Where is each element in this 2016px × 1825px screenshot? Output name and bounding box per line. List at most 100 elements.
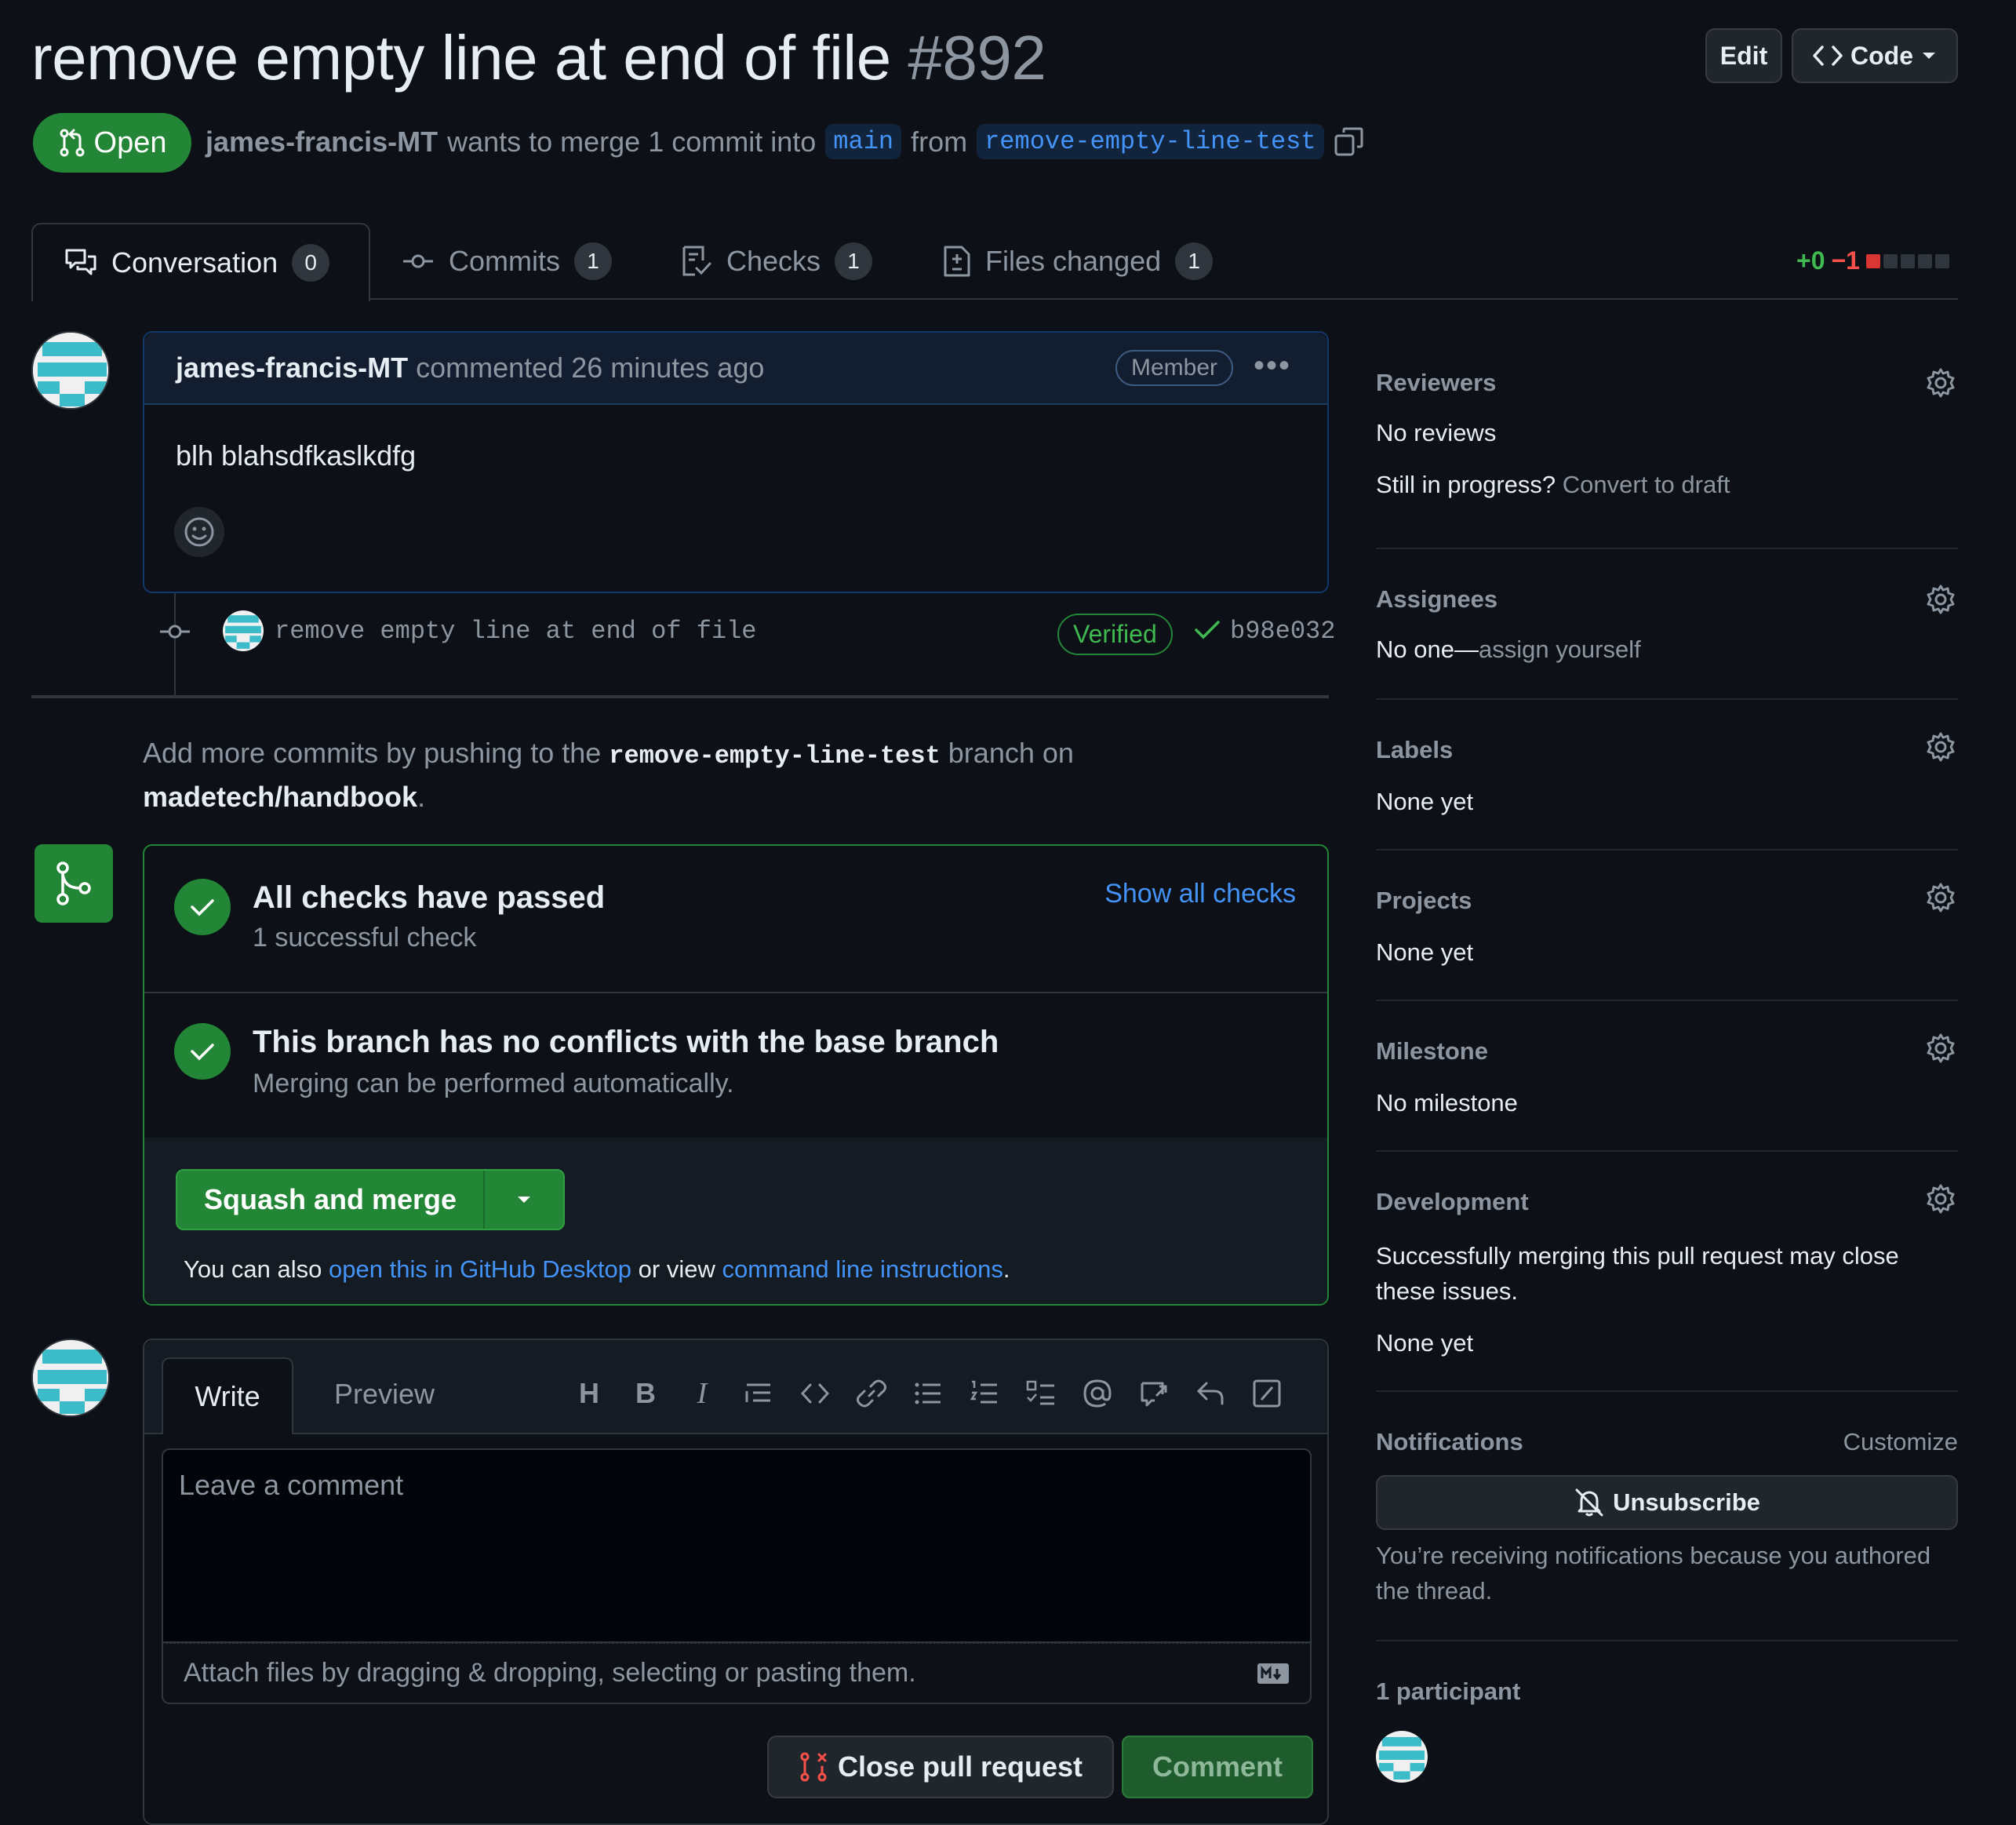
- reviewers-heading[interactable]: Reviewers: [1376, 369, 1496, 397]
- pull-request-icon: [58, 128, 86, 158]
- diffstat-block-red: [1865, 253, 1880, 268]
- no-one-text: No one—: [1376, 636, 1479, 663]
- milestone-heading[interactable]: Milestone: [1376, 1037, 1488, 1065]
- tab-files-changed[interactable]: Files changed 1: [943, 223, 1214, 300]
- commit-avatar[interactable]: [223, 610, 264, 651]
- tab-checks[interactable]: Checks 1: [681, 223, 873, 300]
- comment-body: blh blahsdfkaslkdfg: [176, 439, 417, 472]
- italic-icon[interactable]: I: [687, 1376, 717, 1411]
- bold-icon[interactable]: B: [631, 1377, 660, 1410]
- cross-reference-icon[interactable]: [1139, 1379, 1169, 1408]
- edit-button[interactable]: Edit: [1705, 28, 1782, 83]
- merge-dropdown-button[interactable]: [485, 1171, 563, 1229]
- unsubscribe-button[interactable]: Unsubscribe: [1376, 1475, 1958, 1530]
- comment-textarea[interactable]: Leave a comment: [162, 1448, 1312, 1643]
- tab-counter: 0: [292, 244, 330, 282]
- check-icon: [1194, 618, 1221, 642]
- quote-icon[interactable]: [744, 1379, 773, 1408]
- notifications-heading: Notifications: [1376, 1428, 1523, 1455]
- convert-to-draft-link[interactable]: Convert to draft: [1563, 471, 1730, 498]
- assignees-heading[interactable]: Assignees: [1376, 585, 1497, 614]
- merge-actions: Squash and merge You can also open this …: [144, 1138, 1327, 1304]
- check-circle-icon: [174, 1023, 231, 1080]
- close-pull-request-button[interactable]: Close pull request: [767, 1736, 1114, 1798]
- slash-command-icon[interactable]: [1252, 1379, 1282, 1408]
- sidebar-divider: [1376, 698, 1958, 700]
- commit-sha[interactable]: b98e032: [1230, 617, 1335, 646]
- assignees-value: No one—assign yourself: [1376, 636, 1641, 664]
- command-line-link[interactable]: command line instructions: [722, 1255, 1003, 1283]
- timeline-line: [174, 593, 176, 695]
- check-circle-icon: [174, 879, 231, 935]
- participant-avatar[interactable]: [1376, 1731, 1428, 1783]
- labels-heading[interactable]: Labels: [1376, 736, 1453, 764]
- code-icon[interactable]: [800, 1379, 830, 1408]
- sidebar-divider: [1376, 548, 1958, 549]
- gear-icon[interactable]: [1925, 1183, 1956, 1215]
- comment-author[interactable]: james-francis-MT: [176, 352, 408, 384]
- sidebar-divider: [1376, 1150, 1958, 1152]
- attach-files-area[interactable]: Attach files by dragging & dropping, sel…: [162, 1643, 1312, 1704]
- assign-yourself-link[interactable]: assign yourself: [1479, 636, 1641, 663]
- mention-icon[interactable]: [1083, 1379, 1112, 1408]
- customize-link[interactable]: Customize: [1843, 1428, 1958, 1456]
- code-label: Code: [1850, 41, 1913, 70]
- tab-preview[interactable]: Preview: [334, 1378, 435, 1411]
- diffstat-block: [1900, 253, 1915, 268]
- git-commit-icon: [402, 250, 435, 273]
- also-prefix: You can also: [184, 1255, 322, 1283]
- conflicts-section: This branch has no conflicts with the ba…: [144, 992, 1327, 1139]
- base-branch[interactable]: main: [825, 124, 902, 159]
- avatar[interactable]: [31, 1339, 110, 1417]
- tab-commits[interactable]: Commits 1: [402, 223, 612, 300]
- smiley-icon[interactable]: [174, 507, 224, 557]
- kebab-menu-icon[interactable]: •••: [1254, 348, 1291, 384]
- head-branch[interactable]: remove-empty-line-test: [977, 124, 1324, 159]
- gear-icon[interactable]: [1925, 584, 1956, 615]
- development-description: Successfully merging this pull request m…: [1376, 1238, 1899, 1309]
- unordered-list-icon[interactable]: [913, 1379, 943, 1408]
- link-icon[interactable]: [857, 1379, 886, 1408]
- markdown-icon[interactable]: [1257, 1663, 1290, 1685]
- reply-icon[interactable]: [1195, 1379, 1225, 1408]
- code-button[interactable]: Code: [1792, 28, 1958, 83]
- sidebar-divider: [1376, 1000, 1958, 1001]
- timeline-divider: [31, 695, 1329, 698]
- ordered-list-icon[interactable]: [970, 1379, 999, 1408]
- show-all-checks-link[interactable]: Show all checks: [1104, 879, 1296, 909]
- repo-link[interactable]: madetech/handbook: [143, 781, 417, 813]
- gear-icon[interactable]: [1925, 882, 1956, 913]
- state-badge: Open: [33, 113, 191, 173]
- tab-write[interactable]: Write: [162, 1357, 293, 1434]
- projects-value: None yet: [1376, 938, 1474, 966]
- reviewers-value: No reviews: [1376, 419, 1497, 446]
- author-link[interactable]: james-francis-MT: [206, 126, 438, 158]
- tab-conversation[interactable]: Conversation 0: [31, 223, 370, 301]
- copy-icon[interactable]: [1334, 126, 1365, 158]
- tab-label: Checks: [726, 245, 821, 277]
- diffstat-block: [1883, 253, 1898, 268]
- task-list-icon[interactable]: [1026, 1379, 1056, 1408]
- squash-merge-button[interactable]: Squash and merge: [177, 1171, 485, 1229]
- development-heading[interactable]: Development: [1376, 1188, 1529, 1216]
- deletions-count: −1: [1831, 246, 1860, 275]
- avatar[interactable]: [31, 331, 110, 410]
- github-desktop-link[interactable]: open this in GitHub Desktop: [329, 1255, 631, 1283]
- gear-icon[interactable]: [1925, 731, 1956, 763]
- state-label: Open: [93, 126, 167, 159]
- labels-value: None yet: [1376, 788, 1474, 815]
- heading-icon[interactable]: H: [574, 1377, 604, 1410]
- commit-message[interactable]: remove empty line at end of file: [275, 617, 757, 646]
- verified-badge[interactable]: Verified: [1057, 614, 1173, 655]
- code-icon: [1813, 44, 1843, 67]
- comment-timestamp[interactable]: commented 26 minutes ago: [416, 352, 764, 384]
- comment-discussion-icon: [64, 247, 97, 279]
- page-title: remove empty line at end of file #892: [31, 22, 1046, 94]
- gear-icon[interactable]: [1925, 1033, 1956, 1064]
- projects-heading[interactable]: Projects: [1376, 887, 1472, 915]
- comment-button[interactable]: Comment: [1122, 1736, 1313, 1798]
- progress-question: Still in progress?: [1376, 471, 1556, 498]
- diffstat-block: [1917, 253, 1932, 268]
- triangle-down-icon: [1921, 50, 1937, 61]
- gear-icon[interactable]: [1925, 367, 1956, 399]
